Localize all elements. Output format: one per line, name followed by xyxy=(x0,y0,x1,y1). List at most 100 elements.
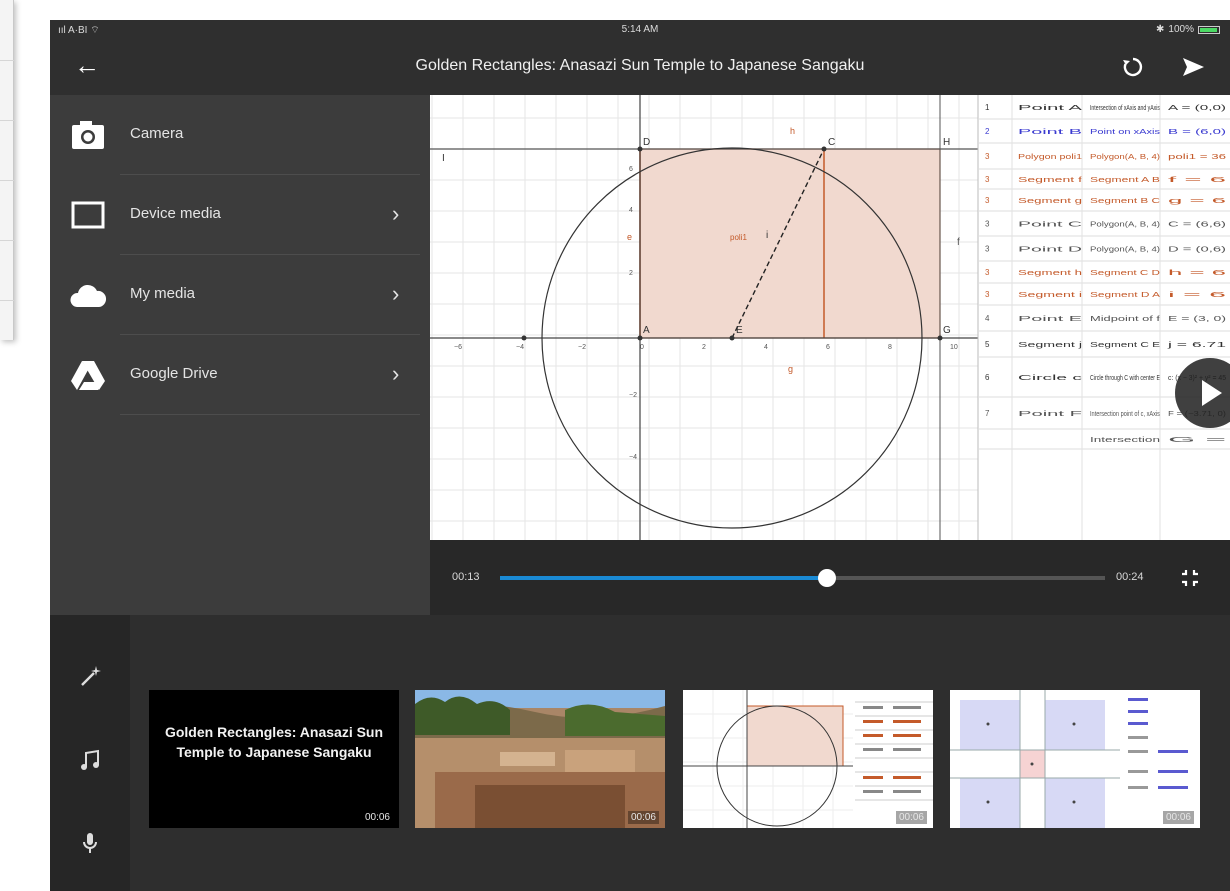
object-name: Segment h xyxy=(1018,270,1082,277)
status-bar: ııl A·BI ⌔ 5:14 AM ✱ 100% xyxy=(50,20,1230,40)
scrubber-handle[interactable] xyxy=(817,569,836,587)
object-value: poli1 = 36 xyxy=(1168,154,1226,161)
current-time: 00:13 xyxy=(452,571,480,583)
microphone-icon[interactable] xyxy=(76,829,104,857)
object-definition: Intersection xyxy=(1090,437,1160,444)
object-value: g = 6 xyxy=(1168,198,1226,205)
object-value: D = (0,6) xyxy=(1168,247,1226,254)
object-definition: Midpoint of f xyxy=(1090,316,1160,323)
grid-thumbnail xyxy=(950,690,1200,828)
axis-tick-label: 2 xyxy=(629,270,633,277)
golden-rectangle xyxy=(639,148,941,339)
axis-tick-label: 0 xyxy=(640,344,644,351)
clip-photo[interactable]: 00:06 xyxy=(415,690,665,828)
object-definition: Polygon(A, B, 4) xyxy=(1090,247,1160,254)
axis-tick-label: 6 xyxy=(629,166,633,173)
music-note-icon[interactable] xyxy=(76,747,104,775)
nav-bar: ← Golden Rectangles: Anasazi Sun Temple … xyxy=(50,40,1230,95)
playback-controls: 00:13 00:24 xyxy=(430,540,1230,615)
axis-tick-label: −2 xyxy=(629,392,637,399)
object-value: E = (3, 0) xyxy=(1168,316,1226,323)
media-source-label: Camera xyxy=(130,125,184,142)
object-definition: Polygon(A, B, 4) xyxy=(1090,222,1160,229)
axis-tick-label: 4 xyxy=(629,207,633,214)
point-label: A xyxy=(643,325,650,336)
canyon-photo xyxy=(415,690,665,828)
media-source-my-media[interactable]: My media › xyxy=(50,255,420,335)
ipad-screen: ııl A·BI ⌔ 5:14 AM ✱ 100% ← Golden Recta… xyxy=(50,20,1230,891)
scrubber-track[interactable] xyxy=(500,569,1105,587)
object-value: B = (6,0) xyxy=(1168,129,1226,136)
clip-duration: 00:06 xyxy=(895,811,927,824)
object-name: Segment f xyxy=(1018,177,1082,184)
row-number: 3 xyxy=(985,245,990,254)
axis-tick-label: 8 xyxy=(888,344,892,351)
send-icon[interactable] xyxy=(1180,54,1206,80)
clip-duration: 00:06 xyxy=(361,811,393,824)
segment-label: e xyxy=(627,232,632,242)
point-label: E xyxy=(736,325,743,336)
media-source-device-media[interactable]: Device media › xyxy=(50,175,420,255)
media-source-label: My media xyxy=(130,285,196,302)
row-number: 3 xyxy=(985,175,990,184)
video-preview[interactable]: D C H A E G I −6 −4 −2 0 2 4 6 8 10 6 4 2 −2 −4 poli1 i f h… xyxy=(430,95,1230,540)
row-number: 4 xyxy=(985,314,990,323)
clip-grid[interactable]: 00:06 xyxy=(950,690,1200,828)
axis-tick-label: 10 xyxy=(950,344,958,351)
point-label: D xyxy=(643,137,650,148)
background-window xyxy=(0,0,14,340)
axis-tick-label: 2 xyxy=(702,344,706,351)
object-value: i = 6 xyxy=(1168,292,1226,299)
object-definition: Segment B C xyxy=(1090,198,1160,205)
axis-tick-label: 4 xyxy=(764,344,768,351)
row-number: 3 xyxy=(985,290,990,299)
object-name: Point E xyxy=(1018,316,1083,323)
clip-geometry[interactable]: 00:06 xyxy=(683,690,933,828)
object-name: Segment i xyxy=(1018,292,1083,299)
bluetooth-icon: ✱ xyxy=(1156,24,1165,35)
row-number: 5 xyxy=(985,340,990,349)
row-number: 6 xyxy=(985,373,990,382)
object-name: Point F xyxy=(1018,411,1082,418)
axis-tick-label: −4 xyxy=(516,344,524,351)
chevron-right-icon: › xyxy=(392,201,400,226)
row-number: 2 xyxy=(985,127,990,136)
object-definition: Polygon(A, B, 4) xyxy=(1090,154,1160,161)
media-source-google-drive[interactable]: Google Drive › xyxy=(50,335,420,415)
object-definition: Intersection point of c, xAxis xyxy=(1090,411,1160,418)
object-value: j = 6.71 xyxy=(1165,342,1226,349)
device-media-icon xyxy=(71,201,105,229)
fullscreen-exit-icon[interactable] xyxy=(1180,568,1200,588)
object-value: A = (0,0) xyxy=(1168,105,1226,112)
point-label: G xyxy=(943,325,951,336)
point-label: H xyxy=(943,137,950,148)
tool-column xyxy=(50,615,130,891)
clip-title-card[interactable]: Golden Rectangles: Anasazi Sun Temple to… xyxy=(149,690,399,828)
media-source-camera[interactable]: Camera xyxy=(50,95,420,175)
clip-duration: 00:06 xyxy=(627,811,659,824)
object-name: Point D xyxy=(1018,247,1082,254)
object-definition: Point on xAxis xyxy=(1090,129,1161,136)
object-value: C = (6,6) xyxy=(1168,222,1226,229)
google-drive-icon xyxy=(71,361,105,390)
geometry-canvas: D C H A E G I −6 −4 −2 0 2 4 6 8 10 6 4 2 −2 −4 poli1 i f h… xyxy=(430,95,1230,540)
page-title: Golden Rectangles: Anasazi Sun Temple to… xyxy=(415,57,865,74)
point-label: C xyxy=(828,137,835,148)
object-name: Polygon poli1 xyxy=(1018,154,1082,161)
object-definition: Segment D A xyxy=(1090,292,1161,299)
rotate-icon[interactable] xyxy=(1120,54,1146,80)
axis-tick-label: −6 xyxy=(454,344,462,351)
object-name: Circle c xyxy=(1018,375,1083,382)
magic-wand-icon[interactable] xyxy=(76,663,104,691)
object-definition: Segment C E xyxy=(1090,342,1161,349)
rect-label: poli1 xyxy=(730,233,747,242)
timeline-area: Golden Rectangles: Anasazi Sun Temple to… xyxy=(50,615,1230,891)
media-source-label: Device media xyxy=(130,205,221,222)
object-name: Point B xyxy=(1018,129,1083,136)
camera-icon xyxy=(72,121,104,149)
status-time: 5:14 AM xyxy=(621,24,659,35)
object-name: Point A xyxy=(1018,105,1083,112)
axis-tick-label: −2 xyxy=(578,344,586,351)
row-number: 1 xyxy=(985,103,990,112)
segment-label: i xyxy=(766,230,768,241)
